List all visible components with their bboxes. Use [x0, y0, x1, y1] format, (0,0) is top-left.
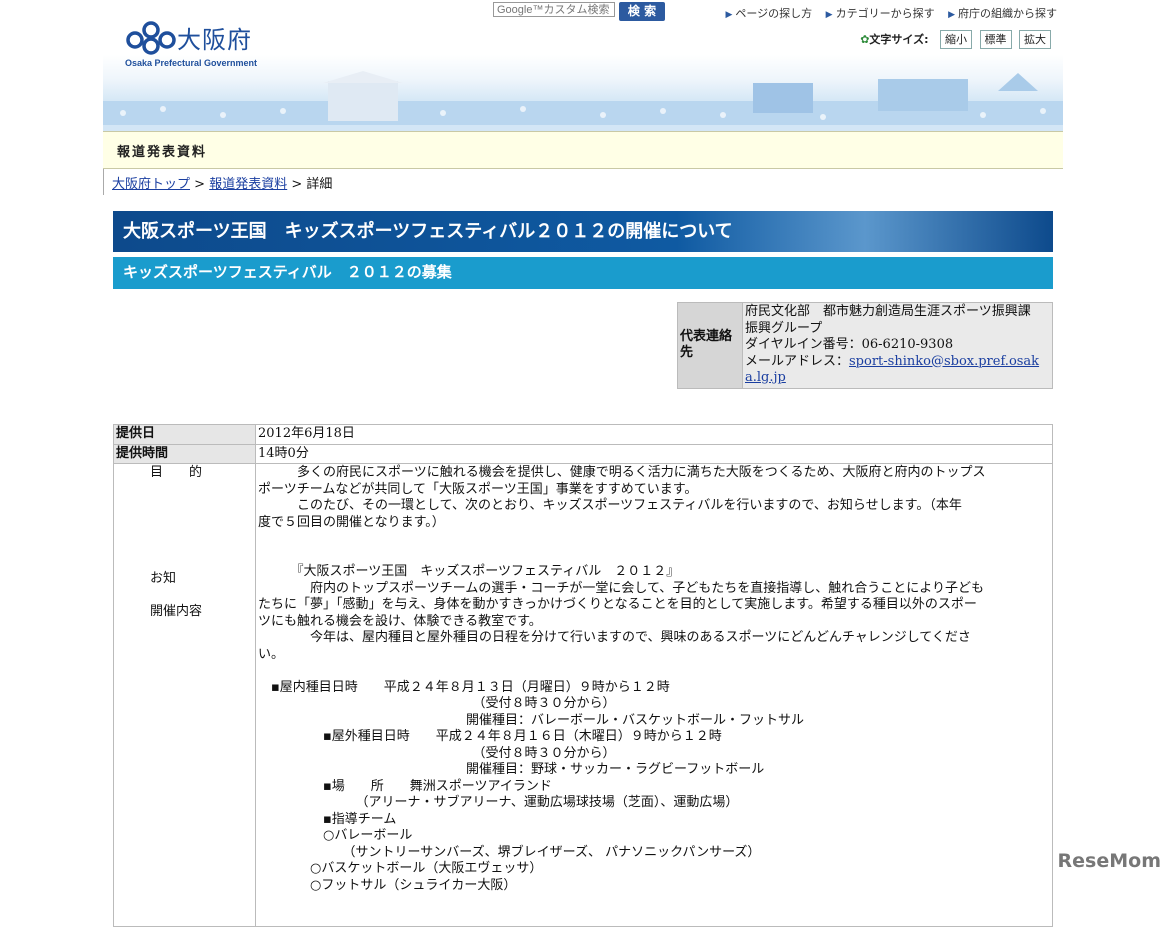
font-size-large-button[interactable]: 拡大 — [1019, 30, 1051, 49]
body-line — [258, 663, 1050, 680]
body-line: ○フットサル（シュライカー大阪） — [258, 877, 517, 893]
site-header: 大阪府 Osaka Prefectural Government Google™… — [103, 0, 1063, 131]
contact-phone: ダイヤルイン番号：06-6210-9308 — [745, 337, 954, 352]
search-input[interactable]: Google™カスタム検索 — [493, 2, 615, 17]
contact-email-row: メールアドレス：sport-shinko@sbox.pref.osaka.lg.… — [745, 353, 1040, 386]
page-subtitle: キッズスポーツフェスティバル ２０１２の募集 — [113, 257, 1053, 289]
body-line: い。 — [258, 646, 285, 662]
contact-table: 代表連絡先 府民文化部 都市魅力創造局生涯スポーツ振興課 振興グループ ダイヤル… — [677, 302, 1053, 389]
press-release-bar: 報道発表資料 — [103, 131, 1063, 169]
table-row: 提供時間 14時0分 — [113, 443, 1053, 464]
event-content-label: 開催内容 — [150, 604, 203, 619]
body-line: （受付８時３０分から） — [258, 745, 616, 761]
body-line: 開催種目：野球・サッカー・ラグビーフットボール — [258, 762, 765, 777]
body-line: 府内のトップスポーツチームの選手・コーチが一堂に会して、子どもたちを直接指導し、… — [258, 580, 985, 596]
body-line: 『大阪スポーツ王国 キッズスポーツフェスティバル ２０１２』 — [258, 564, 680, 579]
top-navigation: ▶ ページの探し方 ▶ カテゴリーから探す ▶ 府庁の組織から探す — [715, 5, 1057, 21]
body-line — [258, 548, 1050, 565]
body-line: このたび、その一環として、次のとおり、キッズスポーツフェスティバルを行いますので… — [258, 498, 962, 513]
page-wrapper: 大阪府 Osaka Prefectural Government Google™… — [103, 0, 1063, 289]
contact-department: 府民文化部 都市魅力創造局生涯スポーツ振興課 振興グループ — [745, 304, 1044, 336]
body-line: ○バレーボール — [258, 828, 413, 843]
search-button[interactable]: 検 索 — [619, 2, 665, 21]
body-line — [258, 531, 1050, 548]
press-release-heading: 報道発表資料 — [117, 145, 208, 160]
contact-label: 代表連絡先 — [677, 302, 743, 389]
resemom-watermark: ReseMom — [1057, 850, 1161, 872]
breadcrumb-section-link[interactable]: 報道発表資料 — [209, 177, 287, 192]
page-title: 大阪スポーツ王国 キッズスポーツフェスティバル２０１２の開催について — [113, 211, 1053, 252]
logo-name: 大阪府 — [177, 26, 252, 54]
font-size-label: ✿文字サイズ: — [860, 33, 929, 46]
table-row: 提供日 2012年6月18日 — [113, 424, 1053, 445]
section-labels-cell: 目 的 お知 開催内容 — [113, 463, 256, 927]
osaka-emblem-icon — [126, 21, 176, 55]
breadcrumb-home-link[interactable]: 大阪府トップ — [112, 177, 190, 192]
breadcrumb-current: 詳細 — [306, 177, 333, 192]
body-line: ▪指導チーム — [258, 811, 397, 827]
body-line: ▪場 所 舞洲スポーツアイランド — [258, 778, 552, 794]
breadcrumb-separator: > — [291, 177, 303, 192]
body-line: 多くの府民にスポーツに触れる機会を提供し、健康で明るく活力に満ちた大阪をつくるた… — [258, 465, 986, 480]
arrow-right-icon: ▶ — [948, 10, 955, 20]
body-line: 開催種目：バレーボール・バスケットボール・フットサル — [258, 712, 805, 728]
font-size-controls: ✿文字サイズ: 縮小 標準 拡大 — [860, 30, 1051, 49]
notice-label: お知 — [150, 571, 177, 586]
nav-page-guide[interactable]: ▶ ページの探し方 — [725, 7, 812, 20]
body-line: ▪屋外種目日時 平成２４年８月１６日（木曜日）９時から１２時 — [258, 729, 722, 744]
header-skyline-illustration — [103, 71, 1063, 131]
details-table: 提供日 2012年6月18日 提供時間 14時0分 目 的 お知 開催内容 多く… — [113, 424, 1053, 927]
nav-category[interactable]: ▶ カテゴリーから探す — [826, 7, 935, 20]
date-value: 2012年6月18日 — [255, 424, 1053, 445]
logo-english-name: Osaka Prefectural Government — [125, 58, 258, 68]
arrow-right-icon: ▶ — [725, 10, 733, 20]
body-line: （サントリーサンバーズ、堺ブレイザーズ、 パナソニックパンサーズ） — [258, 844, 761, 860]
font-size-normal-button[interactable]: 標準 — [979, 30, 1012, 49]
contact-info: 府民文化部 都市魅力創造局生涯スポーツ振興課 振興グループ ダイヤルイン番号：0… — [742, 302, 1053, 389]
nav-organization[interactable]: ▶ 府庁の組織から探す — [948, 7, 1057, 20]
time-value: 14時0分 — [255, 443, 1053, 464]
body-line: たちに「夢」「感動」を与え、身体を動かすきっかけづくりとなることを目的として実施… — [258, 597, 977, 612]
body-line: （受付８時３０分から） — [258, 696, 616, 711]
body-line: （アリーナ・サブアリーナ、運動広場球技場（芝面）、運動広場） — [258, 795, 739, 810]
body-line: ○バスケットボール（大阪エヴェッサ） — [258, 861, 543, 876]
body-line: 今年は、屋内種目と屋外種目の日程を分けて行いますので、興味のあるスポーツにどんど… — [258, 630, 971, 645]
body-line: ▪屋内種目日時 平成２４年８月１３日（月曜日）９時から１２時 — [258, 679, 670, 695]
body-line: 度で５回目の開催となります。） — [258, 514, 445, 530]
purpose-label: 目 的 — [150, 465, 203, 480]
breadcrumb: 大阪府トップ > 報道発表資料 > 詳細 — [103, 169, 1063, 195]
time-label: 提供時間 — [113, 443, 256, 464]
date-label: 提供日 — [113, 424, 256, 445]
table-row: 目 的 お知 開催内容 多くの府民にスポーツに触れる機会を提供し、健康で明るく活… — [113, 463, 1053, 927]
body-line: ポーツチームなどが共同して「大阪スポーツ王国」事業をすすめています。 — [258, 481, 698, 497]
font-size-small-button[interactable]: 縮小 — [940, 30, 972, 49]
breadcrumb-separator: > — [194, 177, 206, 192]
body-line: ツにも触れる機会を設け、体験できる教室です。 — [258, 613, 542, 629]
arrow-right-icon: ▶ — [825, 10, 833, 20]
body-text-cell: 多くの府民にスポーツに触れる機会を提供し、健康で明るく活力に満ちた大阪をつくるた… — [255, 463, 1053, 927]
